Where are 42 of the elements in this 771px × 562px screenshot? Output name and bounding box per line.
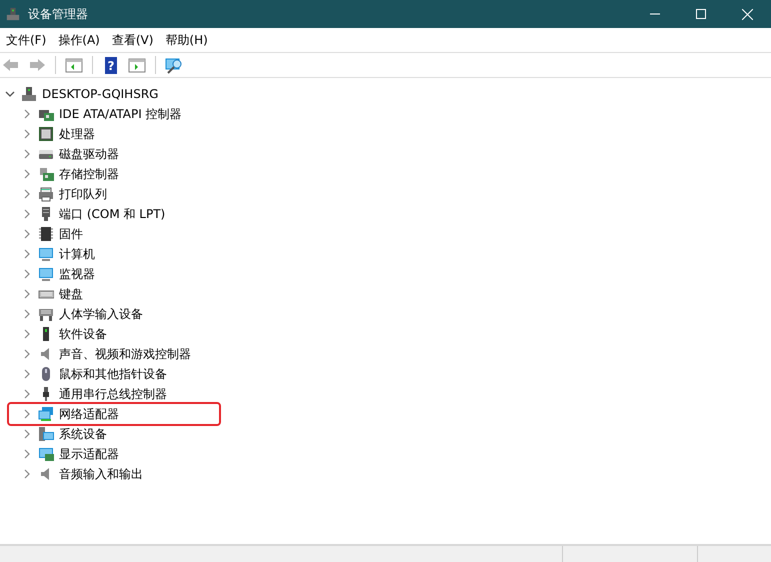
window-title: 设备管理器 [28,6,89,22]
tree-item[interactable]: 显示适配器 [59,446,119,462]
processor-chip-icon [38,126,54,142]
console-tree-button[interactable] [63,56,85,74]
network-monitors-icon [38,406,54,422]
tree-item[interactable]: 端口 (COM 和 LPT) [59,206,166,222]
close-icon [742,8,752,20]
action-pane-button[interactable] [126,56,148,74]
tree-item[interactable]: 鼠标和其他指针设备 [59,366,167,382]
tree-item[interactable]: 监视器 [59,266,95,282]
system-device-icon [38,426,54,442]
tree-item[interactable]: 存储控制器 [59,166,119,182]
menu-item[interactable]: 文件(F) [0,30,52,50]
tree-item[interactable]: 人体学输入设备 [59,306,143,322]
tree-item[interactable]: 键盘 [59,286,83,302]
tree-item[interactable]: 打印队列 [59,186,107,202]
monitor-icon [38,246,54,262]
storage-card-icon [38,166,54,182]
tree-item[interactable]: 音频输入和输出 [59,466,143,482]
display-adapter-icon [38,446,54,462]
tree-item[interactable]: 网络适配器 [59,406,119,422]
tree-item[interactable]: 固件 [59,226,83,242]
monitor-icon [38,266,54,282]
menu-item[interactable]: 帮助(H) [159,30,214,50]
printer-icon [38,186,54,202]
device-manager-icon [6,6,20,22]
tree-item[interactable]: 磁盘驱动器 [59,146,119,162]
tree-item[interactable]: 声音、视频和游戏控制器 [59,346,191,362]
menu-item[interactable]: 查看(V) [106,30,160,50]
tree-item[interactable]: 通用串行总线控制器 [59,386,167,402]
tree-item[interactable]: IDE ATA/ATAPI 控制器 [59,106,182,122]
help-button[interactable]: ? [100,56,122,74]
tree-item[interactable]: DESKTOP-GQIHSRG [42,87,158,101]
chip-icon [38,226,54,242]
tree-item[interactable]: 系统设备 [59,426,107,442]
maximize-icon [696,9,706,19]
menu-item[interactable]: 操作(A) [52,30,106,50]
tree-item[interactable]: 软件设备 [59,326,107,342]
computer-icon [21,86,37,102]
tree-item[interactable]: 计算机 [59,246,95,262]
input-device-icon [38,306,54,322]
tree-item[interactable]: 处理器 [59,126,95,142]
